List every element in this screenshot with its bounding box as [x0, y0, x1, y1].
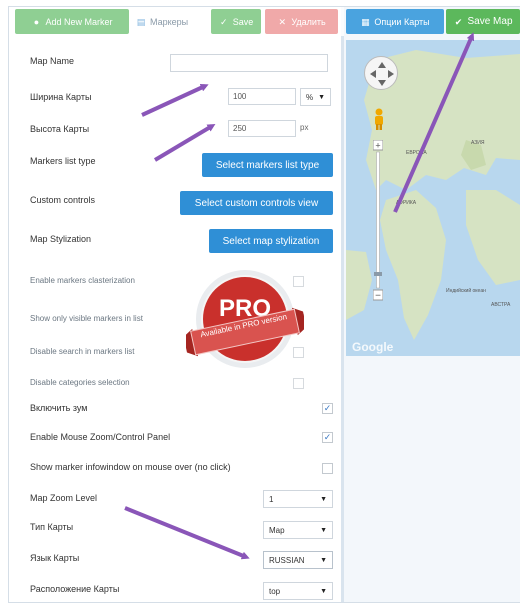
- select-map-stylization-button[interactable]: Select map stylization: [209, 229, 333, 253]
- marker-icon: ●: [33, 16, 40, 27]
- chevron-down-icon: ▼: [320, 587, 327, 595]
- tab-map-options[interactable]: ▦ Опции Карты: [346, 9, 444, 34]
- map-type-select[interactable]: Map ▼: [263, 521, 333, 539]
- save-marker-label: Save: [232, 16, 254, 27]
- minus-icon: −: [375, 291, 381, 302]
- map-height-label: Высота Карты: [30, 124, 90, 134]
- close-icon: ✕: [278, 16, 287, 27]
- select-custom-controls-button[interactable]: Select custom controls view: [180, 191, 333, 215]
- zoom-thumb: [374, 272, 382, 276]
- pro-version-badge: PRO Available in PRO version: [186, 270, 304, 368]
- disable-search-label: Disable search in markers list: [30, 347, 135, 356]
- map-language-label: Язык Карты: [30, 553, 80, 563]
- map-pan-control[interactable]: [364, 56, 398, 90]
- map-zoom-level-value: 1: [269, 494, 274, 504]
- map-label-indian-ocean: Индийский океан: [446, 288, 486, 294]
- map-name-label: Map Name: [30, 56, 75, 66]
- chevron-down-icon: ▼: [320, 495, 327, 503]
- save-map-button[interactable]: ✔ Save Map: [446, 9, 520, 34]
- custom-controls-label: Custom controls: [30, 195, 96, 205]
- plus-icon: +: [375, 141, 380, 151]
- zoom-track: [376, 151, 380, 289]
- infowindow-hover-label: Show marker infowindow on mouse over (no…: [30, 462, 231, 472]
- tab-map-options-label: Опции Карты: [374, 16, 430, 27]
- enable-zoom-label: Включить зум: [30, 403, 88, 413]
- pan-arrows-icon: [370, 62, 394, 86]
- map-zoom-level-label: Map Zoom Level: [30, 493, 98, 503]
- map-label-australia: АВСТРА: [491, 302, 511, 308]
- disable-categories-checkbox[interactable]: [293, 378, 304, 389]
- checkmark-icon: ✓: [323, 432, 332, 442]
- infowindow-hover-checkbox[interactable]: [322, 463, 333, 474]
- enable-mouse-zoom-checkbox[interactable]: ✓: [322, 432, 333, 443]
- show-visible-markers-label: Show only visible markers in list: [30, 314, 143, 323]
- map-height-unit: px: [300, 123, 309, 132]
- save-marker-button[interactable]: ✓ Save: [211, 9, 261, 34]
- map-label-europe: ЕВРОПА: [406, 150, 427, 156]
- markers-list-icon: ▤: [136, 16, 146, 27]
- map-name-input[interactable]: [170, 54, 328, 72]
- map-label-africa: АФРИКА: [396, 200, 417, 206]
- map-width-unit-select[interactable]: % ▼: [300, 88, 331, 106]
- google-logo: Google: [352, 340, 394, 354]
- map-position-label: Расположение Карты: [30, 584, 120, 594]
- map-stylization-label: Map Stylization: [30, 234, 92, 244]
- delete-marker-label: Удалить: [291, 16, 326, 27]
- chevron-down-icon: ▼: [320, 556, 327, 564]
- checkmark-icon: ✓: [323, 403, 332, 413]
- panel-divider: [341, 36, 344, 602]
- map-type-label: Тип Карты: [30, 522, 74, 532]
- check-icon: ✔: [454, 16, 463, 27]
- map-zoom-slider[interactable]: + −: [372, 139, 384, 302]
- map-language-value: RUSSIAN: [269, 555, 305, 565]
- save-icon: ✓: [219, 16, 228, 27]
- tab-markers[interactable]: ▤ Маркеры: [132, 9, 206, 34]
- select-markers-list-type-button[interactable]: Select markers list type: [202, 153, 333, 177]
- map-label-asia: АЗИЯ: [471, 140, 485, 146]
- chevron-down-icon: ▼: [320, 526, 327, 534]
- map-options-icon: ▦: [361, 16, 370, 27]
- save-map-label: Save Map: [467, 16, 513, 27]
- delete-marker-button[interactable]: ✕ Удалить: [265, 9, 338, 34]
- map-language-select[interactable]: RUSSIAN ▼: [263, 551, 333, 569]
- map-position-value: top: [269, 586, 281, 596]
- map-height-input[interactable]: 250: [228, 120, 296, 137]
- map-type-value: Map: [269, 525, 285, 535]
- tab-markers-label: Маркеры: [150, 16, 189, 27]
- enable-zoom-checkbox[interactable]: ✓: [322, 403, 333, 414]
- pegman-street-view-icon[interactable]: [372, 108, 386, 130]
- map-position-select[interactable]: top ▼: [263, 582, 333, 600]
- map-width-label: Ширина Карты: [30, 92, 92, 102]
- enable-clasterization-label: Enable markers clasterization: [30, 276, 135, 285]
- map-zoom-level-select[interactable]: 1 ▼: [263, 490, 333, 508]
- add-new-marker-button[interactable]: ● Add New Marker: [15, 9, 129, 34]
- chevron-down-icon: ▼: [318, 93, 325, 101]
- add-new-marker-label: Add New Marker: [45, 16, 113, 27]
- disable-categories-label: Disable categories selection: [30, 378, 130, 387]
- enable-mouse-zoom-label: Enable Mouse Zoom/Control Panel: [30, 432, 171, 442]
- map-width-unit-value: %: [306, 92, 314, 102]
- markers-list-type-label: Markers list type: [30, 156, 96, 166]
- map-width-input[interactable]: 100: [228, 88, 296, 105]
